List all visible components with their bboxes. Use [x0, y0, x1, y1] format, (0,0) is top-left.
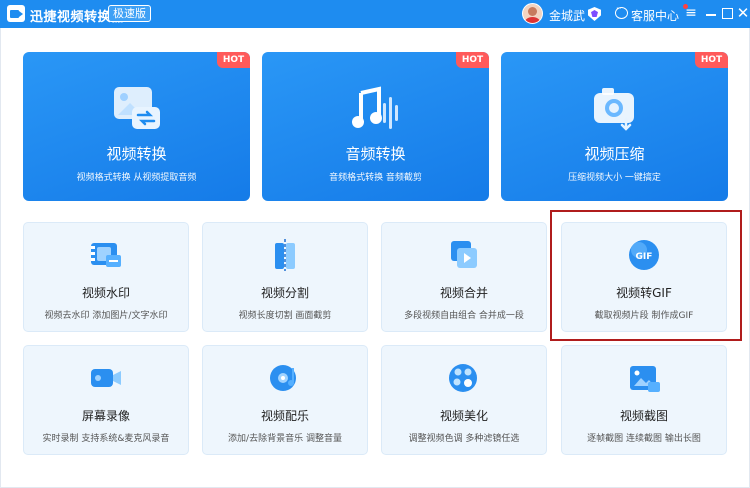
card-subtitle: 视频格式转换 从视频提取音频 [76, 173, 197, 183]
card-subtitle: 视频去水印 添加图片/文字水印 [44, 311, 168, 321]
video-beautify-card[interactable]: 视频美化 调整视频色调 多种滤镜任选 [381, 345, 547, 455]
video-convert-icon [113, 87, 160, 129]
username[interactable]: 金城武 [549, 7, 585, 24]
card-title: 音频转换 [345, 145, 406, 163]
hot-badge: HOT [456, 52, 489, 68]
video-convert-card[interactable]: HOT 视频转换 视频格式转换 从视频提取音频 [23, 52, 250, 201]
avatar[interactable] [522, 3, 543, 24]
hot-badge: HOT [217, 52, 250, 68]
video-music-card[interactable]: 视频配乐 添加/去除背景音乐 调整音量 [202, 345, 368, 455]
edition-badge: 极速版 [108, 5, 151, 22]
video-split-icon [275, 239, 295, 271]
audio-convert-card[interactable]: HOT 音频转换 音频格式转换 音频截剪 [262, 52, 489, 201]
card-subtitle: 调整视频色调 多种滤镜任选 [408, 434, 520, 444]
card-title: 视频转换 [106, 145, 167, 163]
vip-icon[interactable] [588, 7, 601, 21]
app-logo-icon [7, 5, 25, 22]
video-split-card[interactable]: 视频分割 视频长度切割 画面截剪 [202, 222, 368, 332]
card-title: 屏幕录像 [81, 409, 130, 423]
audio-convert-icon [351, 86, 398, 129]
card-title: 视频美化 [439, 409, 488, 423]
video-to-gif-card[interactable]: GIF 视频转GIF 截取视频片段 制作成GIF [561, 222, 727, 332]
card-title: 视频压缩 [584, 145, 645, 163]
card-title: 视频转GIF [616, 286, 672, 300]
video-beautify-icon [449, 364, 477, 392]
card-subtitle: 实时录制 支持系统&麦克风录音 [42, 434, 170, 444]
video-merge-icon [451, 241, 477, 268]
menu-button[interactable]: ≡ [683, 5, 699, 21]
gif-icon: GIF [629, 240, 659, 270]
customer-service-icon[interactable] [615, 4, 628, 19]
maximize-button[interactable] [719, 5, 735, 21]
video-screenshot-icon [630, 366, 660, 392]
hot-badge: HOT [695, 52, 728, 68]
video-watermark-card[interactable]: 视频水印 视频去水印 添加图片/文字水印 [23, 222, 189, 332]
customer-service-link[interactable]: 客服中心 [631, 7, 679, 24]
video-compress-card[interactable]: HOT 视频压缩 压缩视频大小 一键搞定 [501, 52, 728, 201]
video-watermark-icon [91, 243, 121, 267]
video-merge-card[interactable]: 视频合并 多段视频自由组合 合并成一段 [381, 222, 547, 332]
card-subtitle: 多段视频自由组合 合并成一段 [404, 311, 524, 321]
card-subtitle: 音频格式转换 音频截剪 [329, 173, 422, 183]
video-music-icon [270, 365, 296, 391]
card-title: 视频截图 [619, 409, 668, 423]
video-compress-icon [593, 88, 634, 131]
screen-record-icon [91, 369, 121, 387]
card-subtitle: 添加/去除背景音乐 调整音量 [228, 434, 342, 444]
video-screenshot-card[interactable]: 视频截图 逐帧截图 连续截图 输出长图 [561, 345, 727, 455]
card-title: 视频合并 [439, 286, 488, 300]
card-subtitle: 压缩视频大小 一键搞定 [568, 173, 661, 183]
card-title: 视频分割 [260, 286, 309, 300]
close-button[interactable]: ✕ [735, 5, 750, 21]
card-subtitle: 逐帧截图 连续截图 输出长图 [587, 434, 701, 444]
title-bar: 迅捷视频转换器 极速版 金城武 客服中心 ≡ ✕ [0, 0, 750, 28]
svg-text:GIF: GIF [636, 252, 653, 262]
card-subtitle: 视频长度切割 画面截剪 [238, 311, 332, 321]
card-title: 视频水印 [81, 286, 130, 300]
card-title: 视频配乐 [260, 409, 309, 423]
main-panel: HOT 视频转换 视频格式转换 从视频提取音频 HOT 音频转换 音频格式转换 … [0, 28, 750, 488]
card-subtitle: 截取视频片段 制作成GIF [594, 311, 694, 321]
minimize-button[interactable] [703, 5, 719, 21]
screen-record-card[interactable]: 屏幕录像 实时录制 支持系统&麦克风录音 [23, 345, 189, 455]
